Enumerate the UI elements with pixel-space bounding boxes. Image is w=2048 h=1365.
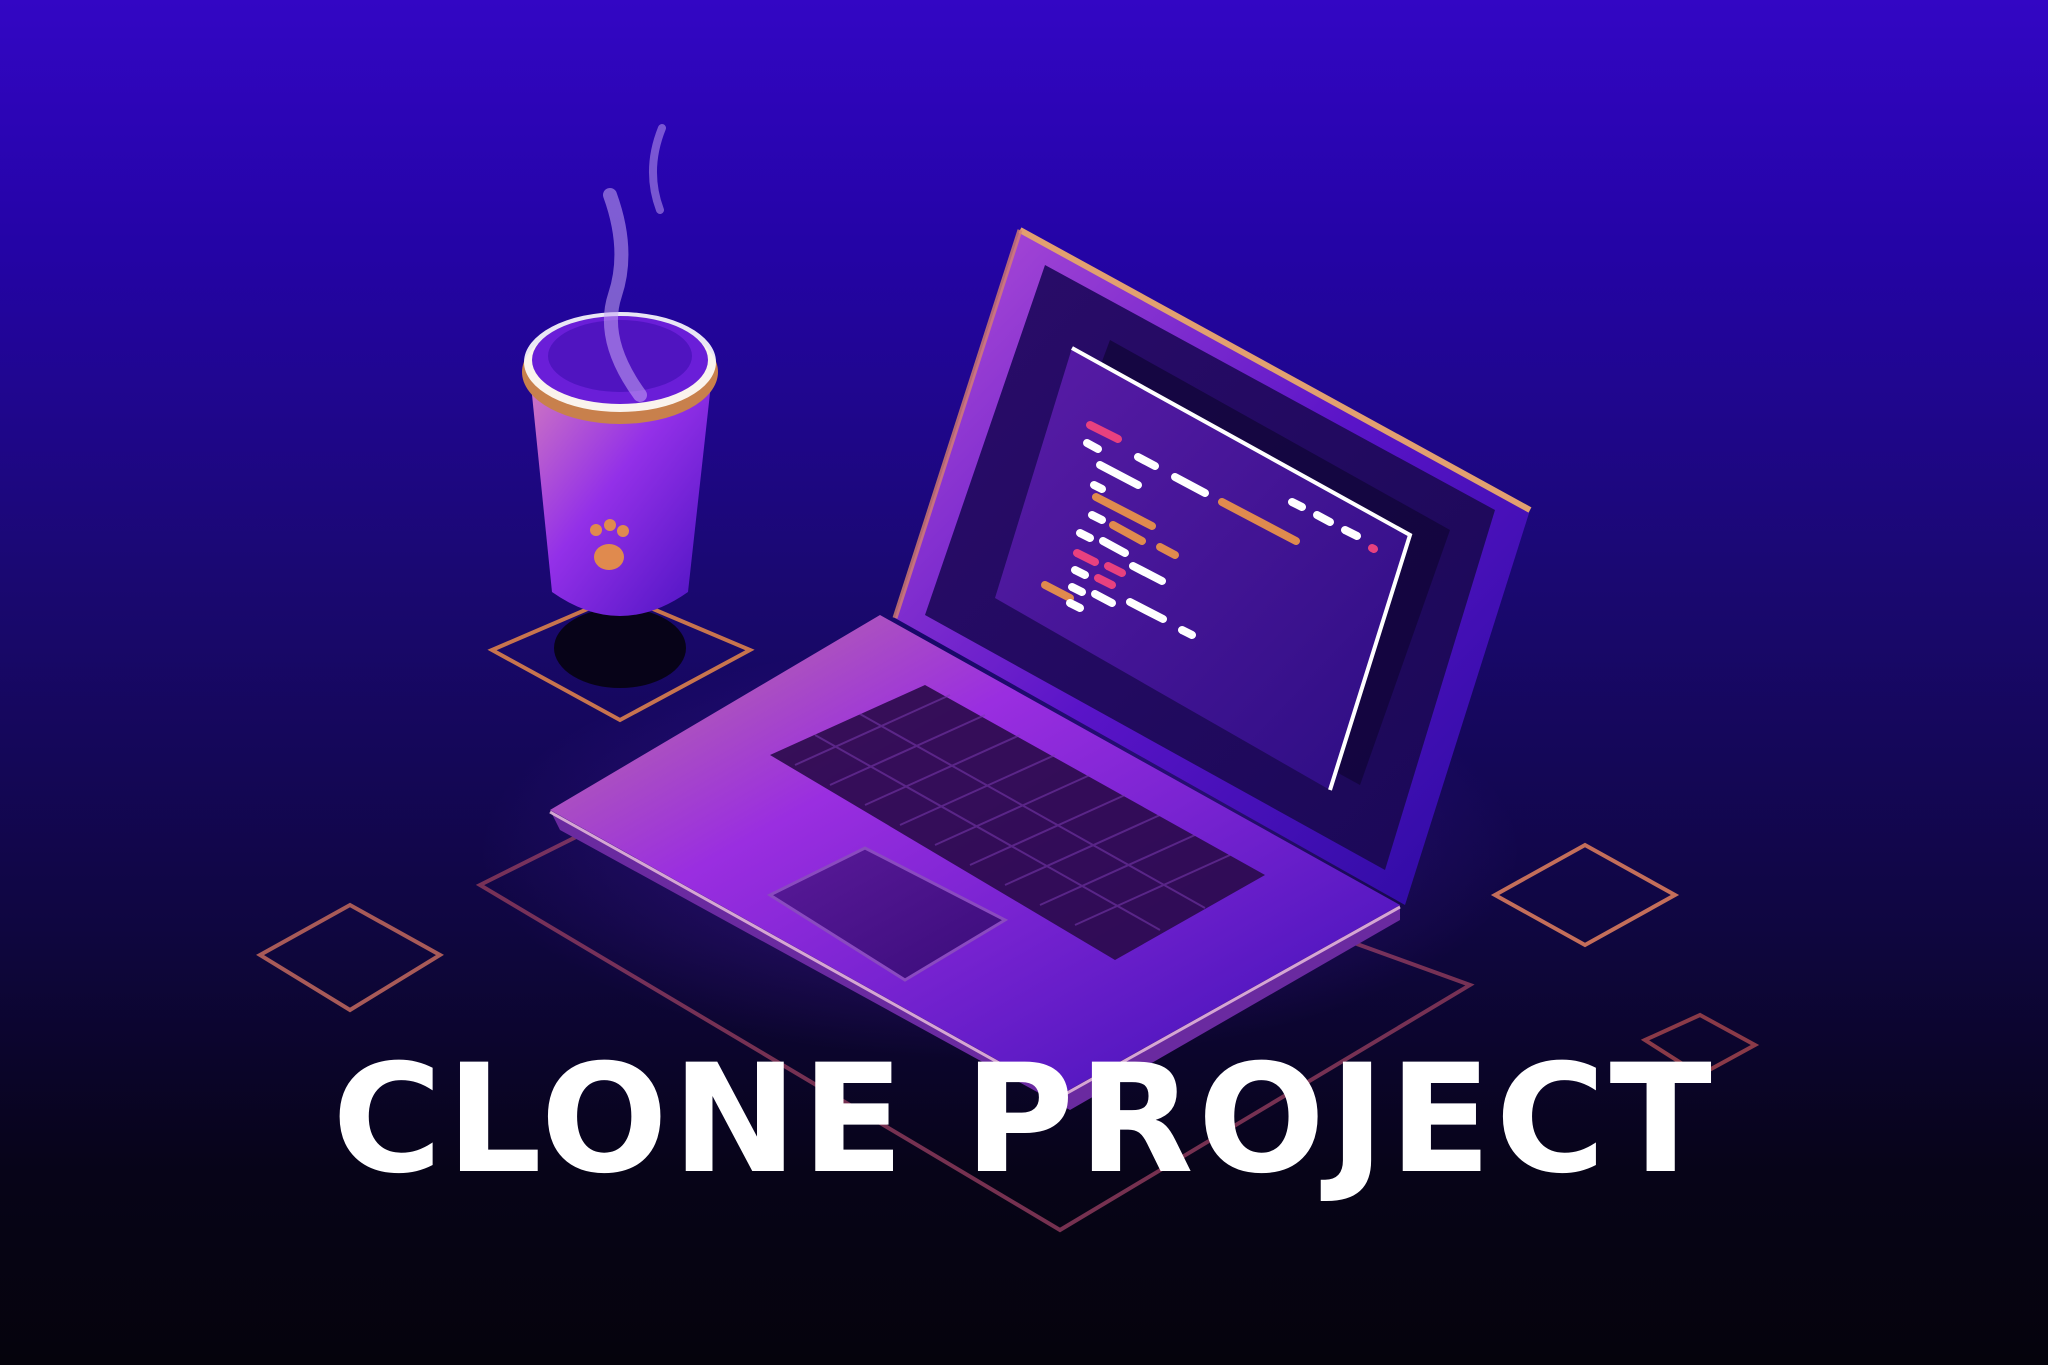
coffee-cup-icon [522,124,718,688]
headline: CLONE PROJECT [332,1033,1716,1207]
floor-diamond-left [256,902,444,1013]
hero-banner: CLONE PROJECT [0,0,2048,1365]
floor-diamond-right [1490,842,1680,948]
